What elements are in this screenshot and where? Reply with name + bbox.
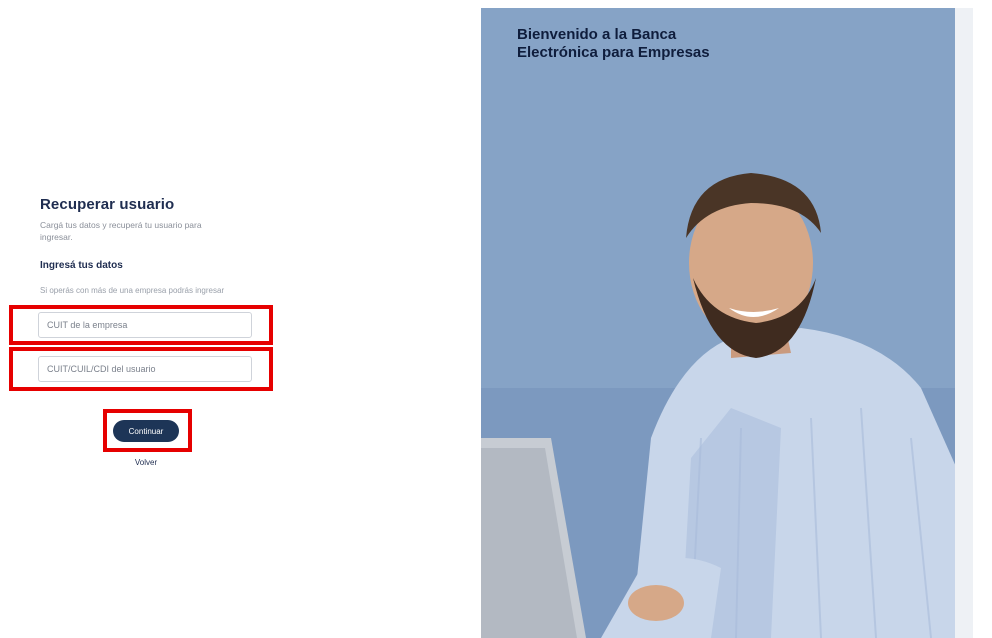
recover-user-form: Recuperar usuario Cargá tus datos y recu…: [40, 196, 280, 295]
company-cuit-input[interactable]: [38, 312, 252, 338]
hero-title: Bienvenido a la Banca Electrónica para E…: [517, 26, 777, 62]
hero-edge-strip: [955, 8, 973, 638]
user-id-input[interactable]: [38, 356, 252, 382]
back-link[interactable]: Volver: [126, 458, 166, 467]
hero-title-line-2: Electrónica para Empresas: [517, 44, 710, 61]
section-title: Ingresá tus datos: [40, 260, 123, 271]
multi-company-hint: Si operás con más de una empresa podrás …: [40, 286, 225, 295]
hero-image: Bienvenido a la Banca Electrónica para E…: [481, 8, 973, 638]
man-with-laptop-photo: [481, 8, 973, 638]
hero-title-line-1: Bienvenido a la Banca: [517, 26, 677, 43]
page-title: Recuperar usuario: [40, 196, 175, 213]
page-subtitle: Cargá tus datos y recuperá tu usuario pa…: [40, 220, 202, 242]
continue-button[interactable]: Continuar: [113, 420, 179, 442]
